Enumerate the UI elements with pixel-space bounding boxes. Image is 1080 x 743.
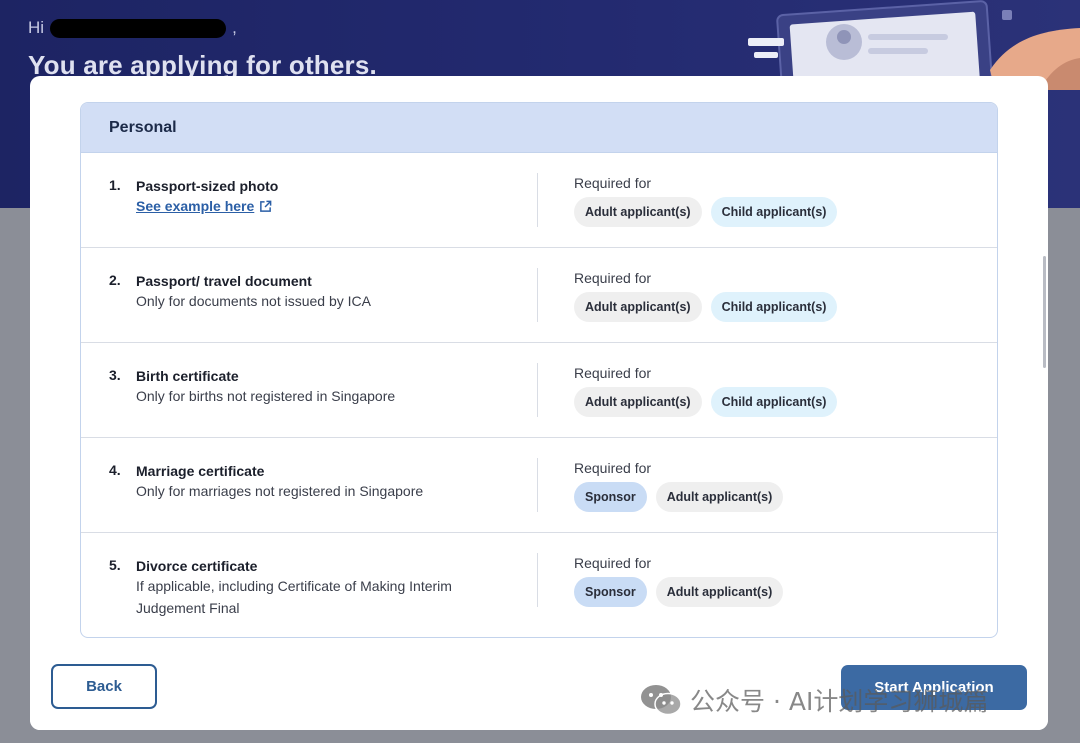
document-text: Marriage certificate Only for marriages … — [136, 462, 519, 502]
document-description-line-2: Judgement Final — [136, 600, 240, 616]
document-text: Divorce certificate If applicable, inclu… — [136, 557, 519, 619]
row-divider — [537, 363, 538, 417]
see-example-link[interactable]: See example here — [136, 195, 272, 217]
personal-documents-card: Personal 1. Passport-sized photo See exa… — [80, 102, 998, 638]
pill-adult-applicants: Adult applicant(s) — [655, 482, 784, 512]
scrollbar-thumb[interactable] — [1043, 256, 1046, 368]
document-title: Passport/ travel document — [136, 273, 312, 289]
document-title: Birth certificate — [136, 368, 239, 384]
document-title: Divorce certificate — [136, 558, 258, 574]
pill-adult-applicants: Adult applicant(s) — [574, 387, 702, 417]
start-application-button[interactable]: Start Application — [841, 665, 1027, 710]
required-for: Required for Adult applicant(s) Child ap… — [574, 270, 838, 322]
documents-modal: Personal 1. Passport-sized photo See exa… — [30, 76, 1048, 730]
document-title: Marriage certificate — [136, 463, 265, 479]
required-for: Required for Adult applicant(s) Child ap… — [574, 175, 838, 227]
row-divider — [537, 173, 538, 227]
modal-footer: Back Start Application — [30, 646, 1048, 730]
external-link-icon — [260, 200, 272, 212]
document-description: Only for births not registered in Singap… — [136, 388, 396, 404]
required-for-label: Required for — [574, 460, 652, 476]
row-divider — [537, 268, 538, 322]
document-row: 2. Passport/ travel document Only for do… — [81, 248, 997, 343]
document-title: Passport-sized photo — [136, 178, 279, 194]
document-description: Only for marriages not registered in Sin… — [136, 483, 424, 499]
pill-adult-applicants: Adult applicant(s) — [655, 577, 784, 607]
document-row: 5. Divorce certificate If applicable, in… — [81, 533, 997, 628]
required-for: Required for Sponsor Adult applicant(s) — [574, 555, 784, 607]
required-for-label: Required for — [574, 555, 652, 571]
pill-child-applicants: Child applicant(s) — [710, 387, 838, 417]
pill-sponsor: Sponsor — [574, 577, 647, 607]
document-info: 3. Birth certificate Only for births not… — [109, 367, 519, 407]
applicant-pills: Adult applicant(s) Child applicant(s) — [574, 197, 838, 227]
applicant-pills: Sponsor Adult applicant(s) — [574, 482, 784, 512]
document-description: Only for documents not issued by ICA — [136, 293, 371, 309]
greeting-text: Hi — [28, 18, 45, 37]
document-row: 4. Marriage certificate Only for marriag… — [81, 438, 997, 533]
applicant-pills: Adult applicant(s) Child applicant(s) — [574, 292, 838, 322]
row-divider — [537, 553, 538, 607]
required-for-label: Required for — [574, 270, 652, 286]
pill-child-applicants: Child applicant(s) — [710, 197, 838, 227]
document-number: 4. — [109, 462, 121, 478]
document-number: 1. — [109, 177, 121, 193]
back-button[interactable]: Back — [51, 664, 157, 709]
applicant-pills: Sponsor Adult applicant(s) — [574, 577, 784, 607]
redacted-name — [50, 18, 227, 38]
document-number: 2. — [109, 272, 121, 288]
document-row: 3. Birth certificate Only for births not… — [81, 343, 997, 438]
applicant-pills: Adult applicant(s) Child applicant(s) — [574, 387, 838, 417]
required-for: Required for Sponsor Adult applicant(s) — [574, 460, 784, 512]
required-for: Required for Adult applicant(s) Child ap… — [574, 365, 838, 417]
scrollbar[interactable] — [1042, 76, 1048, 646]
pill-adult-applicants: Adult applicant(s) — [574, 292, 702, 322]
card-header: Personal — [81, 103, 997, 153]
document-text: Passport-sized photo See example here — [136, 177, 519, 217]
document-row: 1. Passport-sized photo See example here — [81, 153, 997, 248]
row-divider — [537, 458, 538, 512]
pill-sponsor: Sponsor — [574, 482, 647, 512]
modal-scroll-area[interactable]: Personal 1. Passport-sized photo See exa… — [50, 76, 1028, 646]
document-info: 2. Passport/ travel document Only for do… — [109, 272, 519, 312]
pill-adult-applicants: Adult applicant(s) — [574, 197, 702, 227]
required-for-label: Required for — [574, 365, 652, 381]
document-number: 3. — [109, 367, 121, 383]
document-text: Passport/ travel document Only for docum… — [136, 272, 519, 312]
pill-child-applicants: Child applicant(s) — [710, 292, 838, 322]
greeting-suffix: , — [232, 18, 237, 37]
greeting-line: Hi , — [28, 18, 237, 38]
see-example-label: See example here — [136, 198, 255, 214]
document-info: 1. Passport-sized photo See example here — [109, 177, 519, 217]
document-number: 5. — [109, 557, 121, 573]
document-info: 5. Divorce certificate If applicable, in… — [109, 557, 519, 619]
required-for-label: Required for — [574, 175, 652, 191]
document-text: Birth certificate Only for births not re… — [136, 367, 519, 407]
document-info: 4. Marriage certificate Only for marriag… — [109, 462, 519, 502]
document-description-line-1: If applicable, including Certificate of … — [136, 578, 452, 594]
